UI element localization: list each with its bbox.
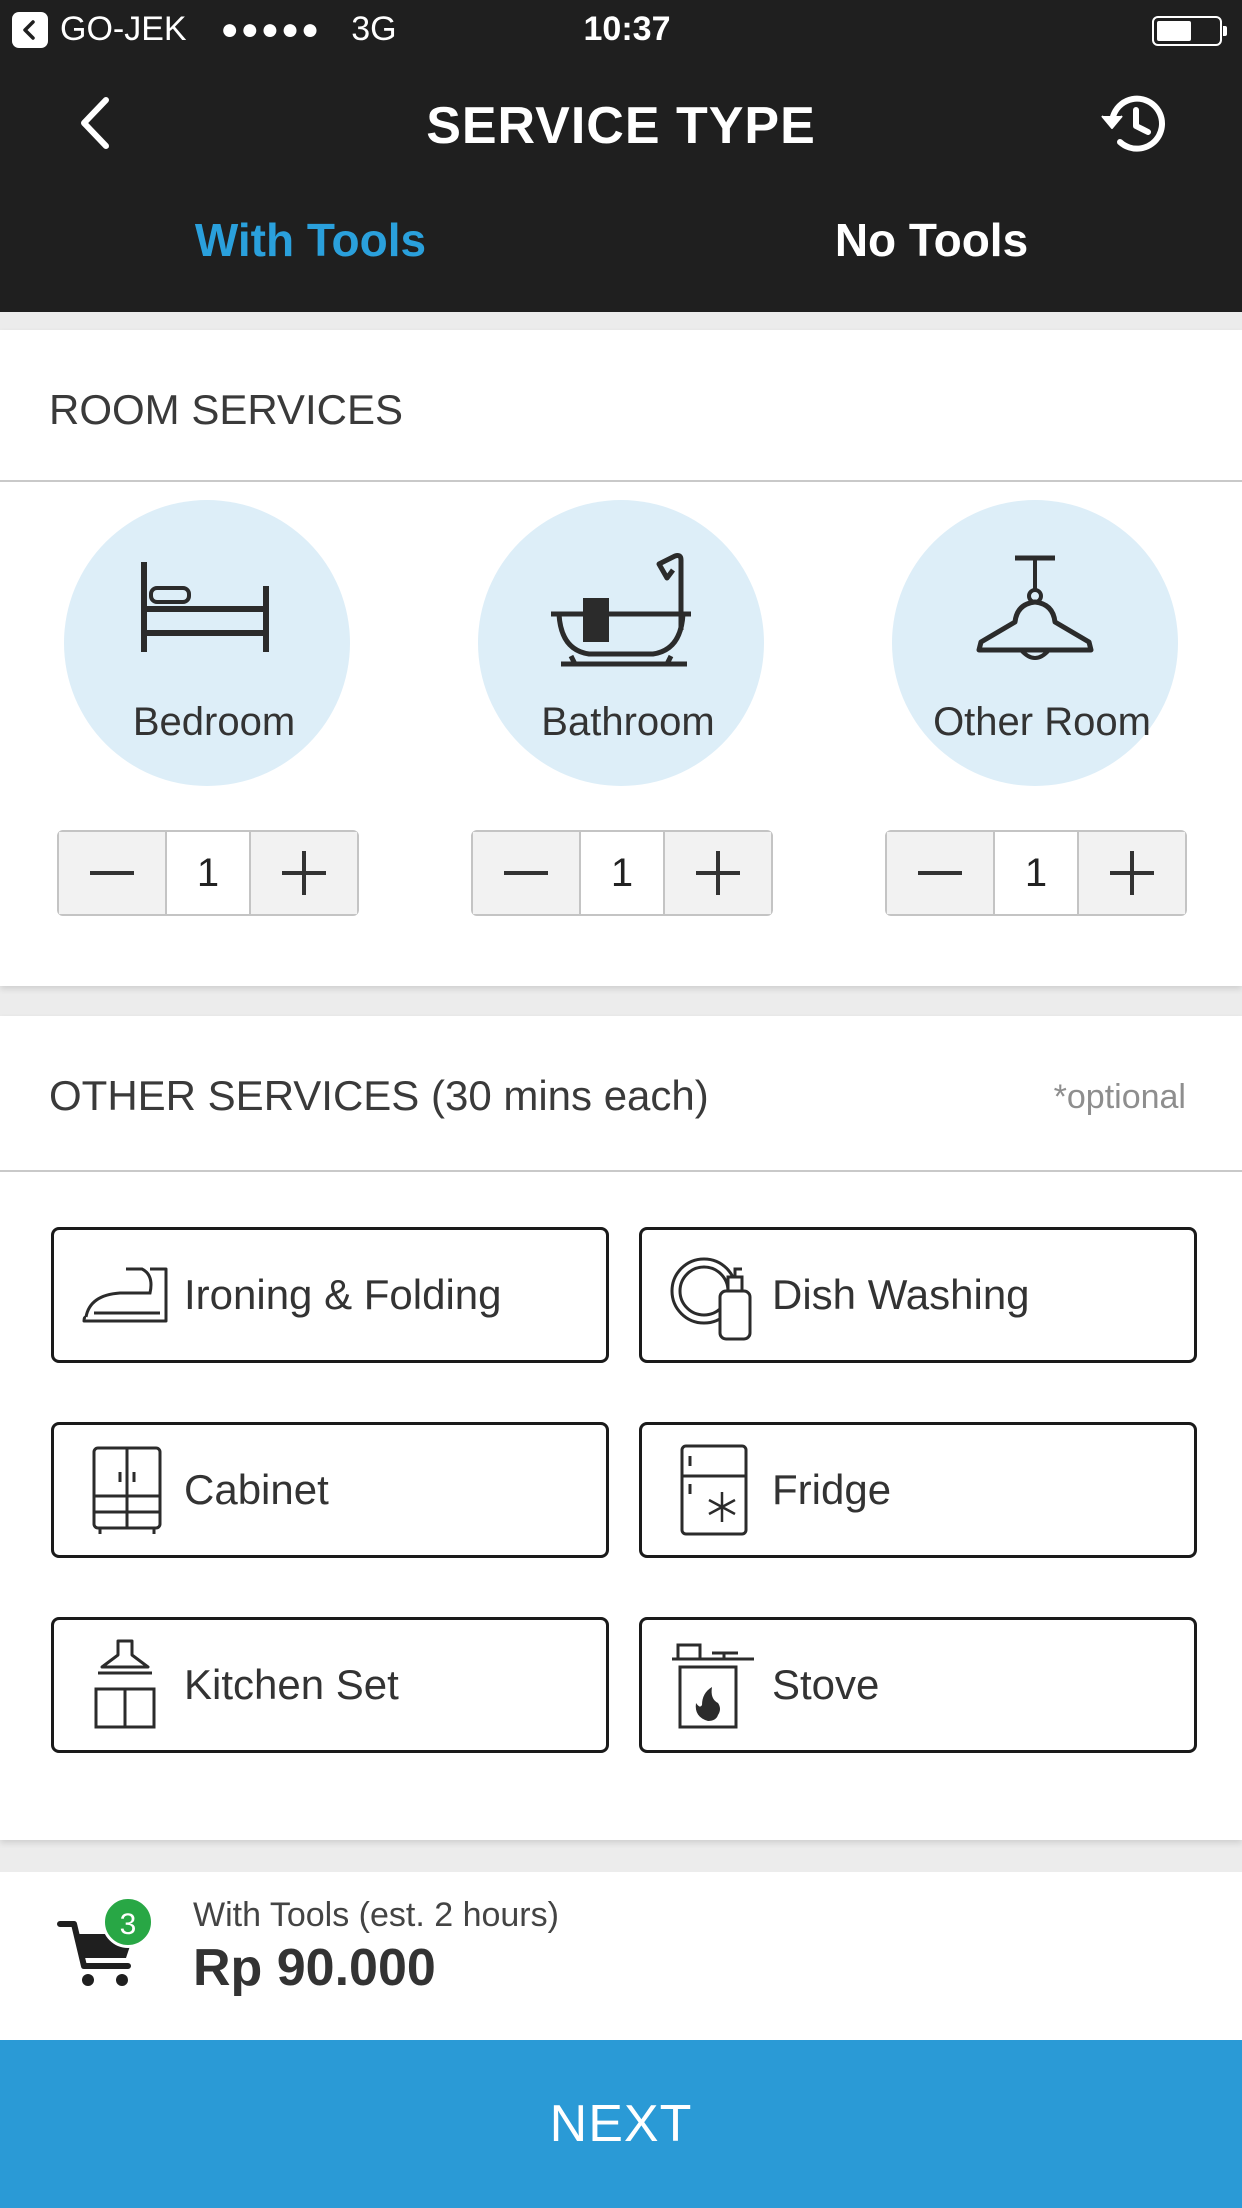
room-services-card: ROOM SERVICES Bedroom 1 Bathroom 1 Other… bbox=[0, 330, 1242, 986]
room-bathroom-button[interactable]: Bathroom bbox=[478, 500, 764, 786]
room-other: Other Room 1 bbox=[885, 500, 1187, 916]
order-summary: 3 With Tools (est. 2 hours) Rp 90.000 bbox=[0, 1872, 1242, 2040]
app-header: SERVICE TYPE With Tools No Tools bbox=[0, 60, 1242, 312]
room-bedroom-button[interactable]: Bedroom bbox=[64, 500, 350, 786]
divider bbox=[0, 1170, 1242, 1172]
dish-soap-icon bbox=[668, 1245, 758, 1345]
service-fridge[interactable]: Fridge bbox=[639, 1422, 1197, 1558]
plus-icon bbox=[696, 851, 740, 895]
service-cabinet[interactable]: Cabinet bbox=[51, 1422, 609, 1558]
history-icon bbox=[1101, 95, 1165, 152]
battery-icon bbox=[1152, 16, 1227, 46]
clock: 10:37 bbox=[583, 10, 671, 48]
service-label: Cabinet bbox=[184, 1466, 329, 1513]
estimate-text: With Tools (est. 2 hours) bbox=[193, 1896, 559, 1934]
iron-icon bbox=[80, 1245, 170, 1345]
decrement-button[interactable] bbox=[59, 832, 165, 914]
tab-with-tools[interactable]: With Tools bbox=[0, 210, 621, 310]
next-button[interactable]: NEXT bbox=[0, 2040, 1242, 2208]
service-type-tabs: With Tools No Tools bbox=[0, 210, 1242, 310]
bathtub-icon bbox=[551, 553, 691, 667]
increment-button[interactable] bbox=[1079, 832, 1185, 914]
total-price: Rp 90.000 bbox=[193, 1939, 436, 1997]
kitchen-hood-icon bbox=[80, 1635, 170, 1735]
service-kitchen-set[interactable]: Kitchen Set bbox=[51, 1617, 609, 1753]
page-title: SERVICE TYPE bbox=[426, 97, 816, 155]
decrement-button[interactable] bbox=[473, 832, 579, 914]
quantity-value[interactable]: 1 bbox=[993, 832, 1079, 914]
room-bedroom: Bedroom 1 bbox=[57, 500, 359, 916]
service-stove[interactable]: Stove bbox=[639, 1617, 1197, 1753]
minus-icon bbox=[918, 871, 962, 875]
room-bathroom: Bathroom 1 bbox=[471, 500, 773, 916]
increment-button[interactable] bbox=[665, 832, 771, 914]
other-services-card: OTHER SERVICES (30 mins each) *optional … bbox=[0, 1016, 1242, 1840]
service-label: Stove bbox=[772, 1661, 880, 1708]
other-room-quantity-stepper: 1 bbox=[885, 830, 1187, 916]
history-button[interactable] bbox=[1096, 86, 1172, 162]
minus-icon bbox=[90, 871, 134, 875]
quantity-value[interactable]: 1 bbox=[165, 832, 251, 914]
status-bar: GO-JEK ●●●●● 3G 10:37 bbox=[0, 0, 1242, 60]
plus-icon bbox=[282, 851, 326, 895]
bathroom-quantity-stepper: 1 bbox=[471, 830, 773, 916]
service-label: Fridge bbox=[772, 1466, 892, 1513]
room-other-button[interactable]: Other Room bbox=[892, 500, 1178, 786]
optional-note: *optional bbox=[1053, 1078, 1186, 1116]
minus-icon bbox=[504, 871, 548, 875]
cabinet-icon bbox=[80, 1440, 170, 1540]
service-dish-washing[interactable]: Dish Washing bbox=[639, 1227, 1197, 1363]
service-label: Ironing & Folding bbox=[184, 1271, 502, 1318]
ceiling-lamp-icon bbox=[976, 555, 1094, 660]
divider bbox=[0, 480, 1242, 482]
stove-icon bbox=[668, 1635, 758, 1735]
other-services-title: OTHER SERVICES (30 mins each) bbox=[49, 1072, 709, 1119]
room-label: Other Room bbox=[933, 700, 1151, 744]
fridge-icon bbox=[668, 1440, 758, 1540]
service-label: Kitchen Set bbox=[184, 1661, 399, 1708]
cart-count-badge: 3 bbox=[102, 1896, 154, 1948]
service-ironing-folding[interactable]: Ironing & Folding bbox=[51, 1227, 609, 1363]
increment-button[interactable] bbox=[251, 832, 357, 914]
room-label: Bathroom bbox=[541, 700, 715, 744]
bed-icon bbox=[141, 562, 269, 652]
room-services-title: ROOM SERVICES bbox=[49, 386, 403, 433]
quantity-value[interactable]: 1 bbox=[579, 832, 665, 914]
bedroom-quantity-stepper: 1 bbox=[57, 830, 359, 916]
tab-no-tools[interactable]: No Tools bbox=[621, 210, 1242, 310]
plus-icon bbox=[1110, 851, 1154, 895]
room-label: Bedroom bbox=[132, 700, 296, 744]
service-label: Dish Washing bbox=[772, 1271, 1030, 1318]
decrement-button[interactable] bbox=[887, 832, 993, 914]
